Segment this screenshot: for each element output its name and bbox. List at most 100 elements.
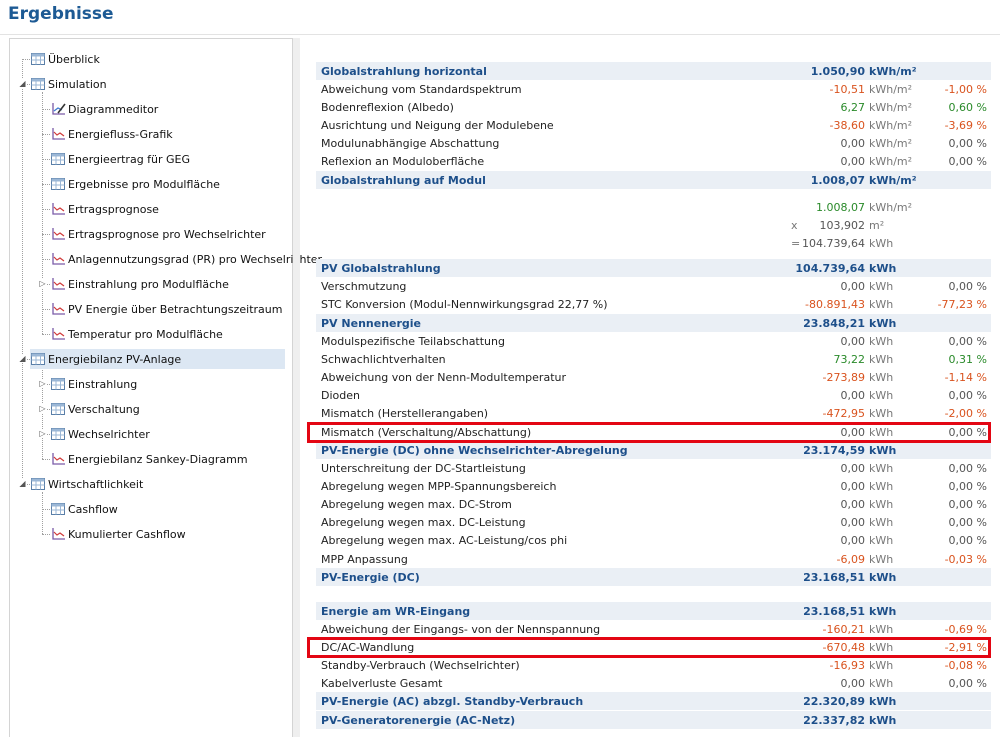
tree-item-label: Kumulierter Cashflow <box>68 527 186 541</box>
row-unit: kWh <box>869 713 897 727</box>
row-label: Bodenreflexion (Albedo) <box>321 100 454 114</box>
row-unit: kWh <box>869 443 897 457</box>
tree-connector <box>42 492 43 534</box>
row-unit: kWh <box>869 497 894 511</box>
row-unit: kWh/m² <box>869 100 913 114</box>
tree-item[interactable]: Einstrahlung pro Modulfläche <box>50 274 229 294</box>
row-percentage: 0,00 % <box>948 461 987 475</box>
collapse-toggle[interactable]: ◢ <box>18 79 27 88</box>
row-label: STC Konversion (Modul-Nennwirkungsgrad 2… <box>321 297 608 311</box>
tree-item-label: Cashflow <box>68 502 118 516</box>
row-value: 1.050,90 <box>810 64 865 78</box>
row-percentage: -1,14 % <box>944 370 987 384</box>
collapse-toggle[interactable]: ◢ <box>18 479 27 488</box>
row-value: 0,00 <box>840 334 866 348</box>
row-label: Energie am WR-Eingang <box>321 604 471 618</box>
diagram-editor-icon <box>50 102 66 116</box>
tree-item[interactable]: Energiebilanz PV-Anlage <box>30 349 285 369</box>
navigation-tree: Überblick ◢ Simulation Diagrammeditor Energi… <box>9 38 322 737</box>
row-label: Abregelung wegen MPP-Spannungsbereich <box>321 479 557 493</box>
table-row: Abregelung wegen MPP-Spannungsbereich 0,0… <box>316 477 991 495</box>
tree-item[interactable]: Verschaltung <box>50 399 140 419</box>
tree-connector <box>42 159 50 160</box>
tree-item[interactable]: Ergebnisse pro Modulfläche <box>50 174 220 194</box>
tree-item[interactable]: Einstrahlung <box>50 374 137 394</box>
table-row: Dioden 0,00 kWh 0,00 % <box>316 386 991 404</box>
row-unit: kWh/m² <box>869 173 917 187</box>
tree-item[interactable]: Überblick <box>30 49 100 69</box>
tree-connector <box>42 334 50 335</box>
row-label: Abregelung wegen max. AC-Leistung/cos ph… <box>321 533 568 547</box>
tree-item[interactable]: Wechselrichter <box>50 424 150 444</box>
collapse-toggle[interactable]: ◢ <box>18 354 27 363</box>
expand-toggle[interactable]: ▷ <box>38 379 47 388</box>
row-unit: kWh/m² <box>869 64 917 78</box>
expand-toggle[interactable]: ▷ <box>38 429 47 438</box>
row-label: Abregelung wegen max. DC-Leistung <box>321 515 526 529</box>
tree-item-label: Verschaltung <box>68 402 140 416</box>
row-value: -10,51 <box>829 82 865 96</box>
tree-item[interactable]: Ertragsprognose <box>50 199 159 219</box>
row-label: Abweichung von der Nenn-Modultemperatur <box>321 370 567 384</box>
row-unit: kWh <box>869 352 894 366</box>
row-percentage: -3,69 % <box>944 118 987 132</box>
panel-splitter[interactable] <box>293 38 300 737</box>
row-value: -472,95 <box>822 406 865 420</box>
highlight-box <box>307 637 991 658</box>
tree-item-label: Energiebilanz PV-Anlage <box>48 352 182 366</box>
tree-item[interactable]: Temperatur pro Modulfläche <box>50 324 223 344</box>
tree-item[interactable]: PV Energie über Betrachtungszeitraum <box>50 299 282 319</box>
tree-item[interactable]: Kumulierter Cashflow <box>50 524 186 544</box>
chart-icon <box>50 527 66 541</box>
row-unit: kWh <box>869 370 894 384</box>
tree-item[interactable]: Anlagennutzungsgrad (PR) pro Wechselrich… <box>50 249 322 269</box>
tree-connector <box>42 259 50 260</box>
row-value: -80.891,43 <box>805 297 865 311</box>
row-value: 0,00 <box>840 533 866 547</box>
tree-item[interactable]: Energiefluss-Grafik <box>50 124 173 144</box>
calculation-row: x 103,902 m² <box>316 216 991 234</box>
row-unit: kWh <box>869 479 894 493</box>
row-label: PV-Energie (AC) abzgl. Standby-Verbrauch <box>321 694 584 708</box>
tree-item[interactable]: Ertragsprognose pro Wechselrichter <box>50 224 266 244</box>
row-label: Modulunabhängige Abschattung <box>321 136 500 150</box>
row-value: 104.739,64 <box>795 261 865 275</box>
calc-value: 1.008,07 <box>816 200 865 214</box>
expand-toggle[interactable]: ▷ <box>38 404 47 413</box>
row-value: 0,00 <box>840 479 866 493</box>
row-label: Unterschreitung der DC-Startleistung <box>321 461 526 475</box>
row-percentage: -0,03 % <box>944 552 987 566</box>
table-icon <box>50 377 66 391</box>
tree-item[interactable]: Wirtschaftlichkeit <box>30 474 143 494</box>
title-divider <box>0 34 1000 35</box>
tree-item[interactable]: Simulation <box>30 74 107 94</box>
tree-item[interactable]: Diagrammeditor <box>50 99 158 119</box>
tree-item-label: Temperatur pro Modulfläche <box>68 327 223 341</box>
row-percentage: 0,60 % <box>948 100 987 114</box>
row-label: Schwachlichtverhalten <box>321 352 446 366</box>
tree-item-label: Einstrahlung pro Modulfläche <box>68 277 229 291</box>
tree-item[interactable]: Energiebilanz Sankey-Diagramm <box>50 449 248 469</box>
row-percentage: 0,00 % <box>948 533 987 547</box>
row-percentage: -77,23 % <box>937 297 987 311</box>
table-icon <box>50 177 66 191</box>
row-value: -16,93 <box>829 658 865 672</box>
row-percentage: 0,00 % <box>948 154 987 168</box>
table-row: Reflexion an Moduloberfläche 0,00 kWh/m² 0,… <box>316 152 991 170</box>
expand-toggle[interactable]: ▷ <box>38 279 47 288</box>
row-unit: kWh <box>869 676 894 690</box>
row-value: 0,00 <box>840 461 866 475</box>
row-percentage: 0,00 % <box>948 388 987 402</box>
tree-item-label: Simulation <box>48 77 107 91</box>
tree-item[interactable]: Energieertrag für GEG <box>50 149 190 169</box>
table-row: Kabelverluste Gesamt 0,00 kWh 0,00 % <box>316 674 991 692</box>
row-label: Ausrichtung und Neigung der Modulebene <box>321 118 554 132</box>
row-unit: kWh <box>869 334 894 348</box>
tree-connector <box>42 534 50 535</box>
row-label: PV Nennenergie <box>321 316 422 330</box>
table-row: Modulspezifische Teilabschattung 0,00 kWh 0… <box>316 332 991 350</box>
tree-item-label: PV Energie über Betrachtungszeitraum <box>68 302 283 316</box>
section-row: PV-Energie (DC) ohne Wechselrichter-Abre… <box>316 441 991 459</box>
row-label: Globalstrahlung horizontal <box>321 64 487 78</box>
tree-item[interactable]: Cashflow <box>50 499 118 519</box>
